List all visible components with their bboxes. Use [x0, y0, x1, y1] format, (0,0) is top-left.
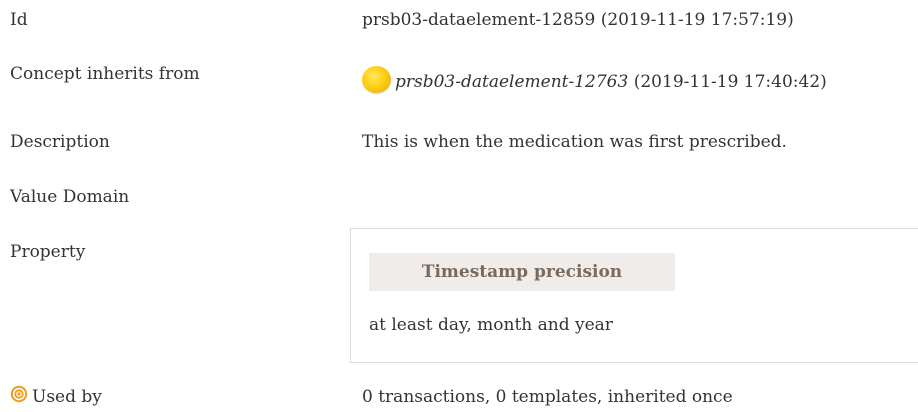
value-domain-label: Value Domain — [10, 187, 130, 207]
property-label: Property — [10, 242, 86, 262]
inherits-label: Concept inherits from — [10, 64, 200, 84]
inherits-value: prsb03-dataelement-12763 (2019-11-19 17:… — [362, 66, 827, 93]
inherits-link[interactable]: prsb03-dataelement-12763 — [395, 72, 628, 92]
id-label: Id — [10, 10, 28, 30]
inherits-timestamp: (2019-11-19 17:40:42) — [633, 72, 827, 92]
property-box: Timestamp precision at least day, month … — [350, 228, 918, 363]
target-icon — [10, 385, 28, 403]
yellow-orb-icon — [362, 66, 391, 93]
property-header: Timestamp precision — [369, 253, 675, 291]
id-value: prsb03-dataelement-12859 (2019-11-19 17:… — [362, 10, 794, 30]
used-by-label: Used by — [32, 387, 102, 407]
description-value: This is when the medication was first pr… — [362, 132, 787, 152]
used-by-value: 0 transactions, 0 templates, inherited o… — [362, 387, 733, 407]
description-label: Description — [10, 132, 110, 152]
property-value: at least day, month and year — [369, 315, 613, 335]
